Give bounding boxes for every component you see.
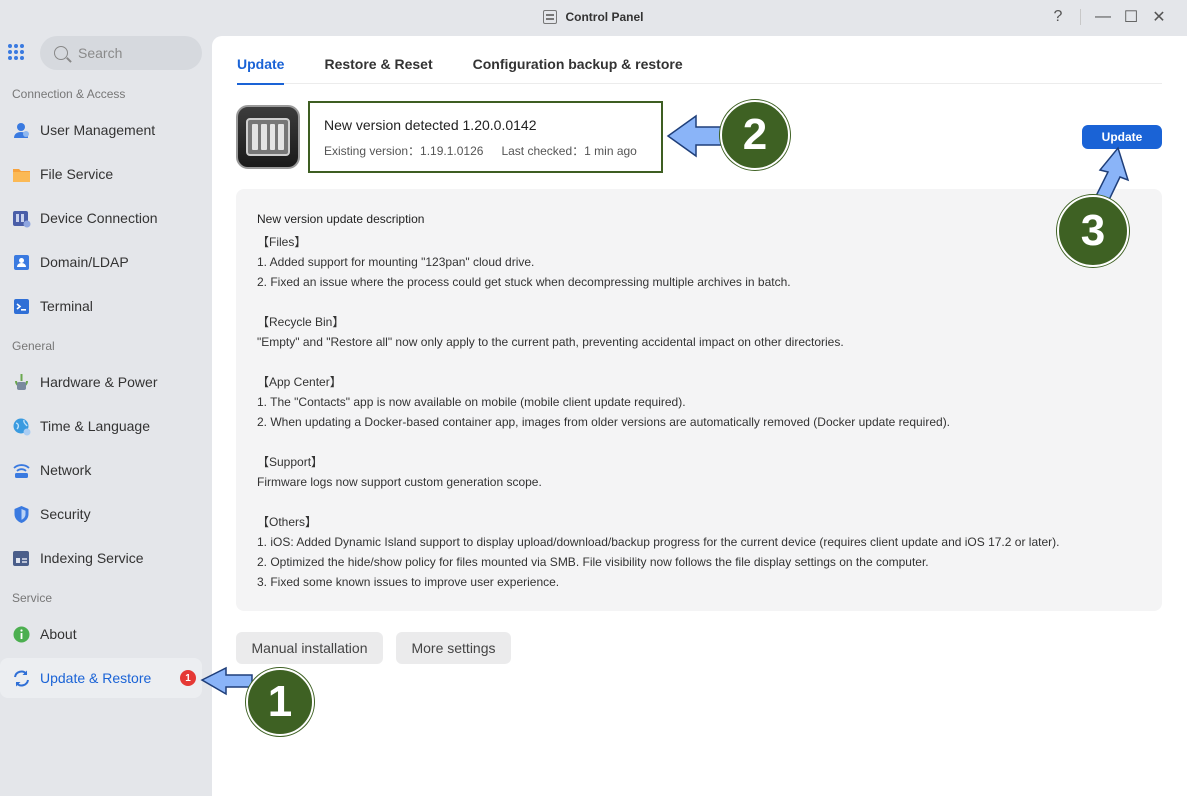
group-heading: 【Files】	[257, 235, 307, 249]
sidebar-item-label: Time & Language	[40, 418, 150, 434]
annotation-circle-1: 1	[246, 668, 314, 736]
annotation-circle-3: 3	[1057, 195, 1129, 267]
sidebar-item-label: Network	[40, 462, 92, 478]
version-details: Existing version：1.19.1.0126 Last checke…	[324, 142, 647, 159]
sidebar-item-label: Indexing Service	[40, 550, 144, 566]
sidebar-item-security[interactable]: Security	[0, 494, 202, 534]
separator	[1080, 9, 1081, 25]
apps-grid-icon[interactable]	[8, 44, 24, 60]
section-label-general: General	[12, 339, 55, 353]
sidebar-item-label: About	[40, 626, 77, 642]
search-box[interactable]	[40, 36, 202, 70]
sidebar-item-label: Hardware & Power	[40, 374, 158, 390]
title-bar: Control Panel ? — ☐ ✕	[0, 0, 1187, 34]
sidebar-item-about[interactable]: About	[0, 614, 202, 654]
description-group-support: 【Support】 Firmware logs now support cust…	[257, 452, 1141, 492]
group-heading: 【App Center】	[257, 375, 342, 389]
window-title-text: Control Panel	[565, 10, 644, 24]
globe-icon	[12, 417, 31, 436]
annotation-circle-2: 2	[720, 100, 790, 170]
sidebar-item-domain-ldap[interactable]: Domain/LDAP	[0, 242, 202, 282]
group-line: 2. Optimized the hide/show policy for fi…	[257, 555, 929, 569]
description-group-recycle-bin: 【Recycle Bin】 "Empty" and "Restore all" …	[257, 312, 1141, 352]
manual-installation-button[interactable]: Manual installation	[236, 632, 383, 664]
description-group-files: 【Files】 1. Added support for mounting "1…	[257, 232, 1141, 292]
minimize-icon[interactable]: —	[1089, 6, 1117, 28]
folder-icon	[12, 165, 31, 184]
new-version-text: New version detected 1.20.0.0142	[324, 117, 537, 133]
info-icon	[12, 625, 31, 644]
help-icon[interactable]: ?	[1044, 6, 1072, 28]
group-line: 1. Added support for mounting "123pan" c…	[257, 255, 535, 269]
sidebar-item-update-restore[interactable]: Update & Restore 1	[0, 658, 202, 698]
description-group-app-center: 【App Center】 1. The "Contacts" app is no…	[257, 372, 1141, 432]
sidebar-item-label: Update & Restore	[40, 670, 152, 686]
sidebar-item-terminal[interactable]: Terminal	[0, 286, 202, 326]
domain-icon	[12, 253, 31, 272]
sidebar-item-hardware-power[interactable]: Hardware & Power	[0, 362, 202, 402]
shield-icon	[12, 505, 31, 524]
group-line: "Empty" and "Restore all" now only apply…	[257, 335, 844, 349]
group-line: 2. When updating a Docker-based containe…	[257, 415, 951, 429]
index-icon	[12, 549, 31, 568]
sidebar-item-label: Terminal	[40, 298, 93, 314]
update-icon	[12, 669, 31, 688]
search-input[interactable]	[78, 45, 178, 61]
sidebar-item-label: Domain/LDAP	[40, 254, 129, 270]
device-icon	[12, 209, 31, 228]
update-button[interactable]: Update	[1082, 125, 1162, 149]
sidebar-item-indexing-service[interactable]: Indexing Service	[0, 538, 202, 578]
tab-bar: Update Restore & Reset Configuration bac…	[237, 36, 1162, 85]
group-heading: 【Recycle Bin】	[257, 315, 345, 329]
update-description: New version update description 【Files】 1…	[236, 189, 1162, 611]
group-heading: 【Others】	[257, 515, 318, 529]
sidebar-item-time-language[interactable]: Time & Language	[0, 406, 202, 446]
version-info: New version detected 1.20.0.0142 Existin…	[308, 101, 663, 173]
control-panel-icon	[543, 10, 558, 24]
existing-version: Existing version：1.19.1.0126	[324, 144, 484, 158]
sidebar-item-device-connection[interactable]: Device Connection	[0, 198, 202, 238]
sidebar-item-label: User Management	[40, 122, 156, 138]
search-icon	[54, 46, 68, 60]
sidebar-item-network[interactable]: Network	[0, 450, 202, 490]
group-line: 2. Fixed an issue where the process coul…	[257, 275, 791, 289]
description-title: New version update description	[257, 212, 425, 226]
group-heading: 【Support】	[257, 455, 324, 469]
close-icon[interactable]: ✕	[1145, 6, 1173, 28]
sidebar-item-label: Device Connection	[40, 210, 158, 226]
tab-update[interactable]: Update	[237, 36, 285, 85]
description-group-others: 【Others】 1. iOS: Added Dynamic Island su…	[257, 512, 1141, 592]
hardware-icon	[12, 373, 31, 392]
section-label-service: Service	[12, 591, 53, 605]
window-controls: ? — ☐ ✕	[1044, 6, 1173, 28]
window-title: Control Panel	[543, 10, 644, 24]
user-icon	[12, 121, 31, 140]
sidebar-item-label: File Service	[40, 166, 114, 182]
sidebar: Connection & Access User Management File…	[0, 34, 212, 796]
group-line: Firmware logs now support custom generat…	[257, 475, 542, 489]
sidebar-item-label: Security	[40, 506, 91, 522]
network-icon	[12, 461, 31, 480]
group-line: 1. The "Contacts" app is now available o…	[257, 395, 686, 409]
group-line: 1. iOS: Added Dynamic Island support to …	[257, 535, 1060, 549]
last-checked: Last checked：1 min ago	[501, 144, 637, 158]
sidebar-item-user-management[interactable]: User Management	[0, 110, 202, 150]
notification-badge: 1	[180, 670, 196, 686]
tab-restore-reset[interactable]: Restore & Reset	[324, 36, 432, 84]
section-label-connection: Connection & Access	[12, 87, 126, 101]
maximize-icon[interactable]: ☐	[1117, 6, 1145, 28]
more-settings-button[interactable]: More settings	[396, 632, 511, 664]
main-panel: Update Restore & Reset Configuration bac…	[212, 36, 1187, 796]
nas-device-icon	[236, 105, 300, 169]
group-line: 3. Fixed some known issues to improve us…	[257, 575, 560, 589]
tab-configuration-backup[interactable]: Configuration backup & restore	[473, 36, 683, 84]
terminal-icon	[12, 297, 31, 316]
sidebar-item-file-service[interactable]: File Service	[0, 154, 202, 194]
